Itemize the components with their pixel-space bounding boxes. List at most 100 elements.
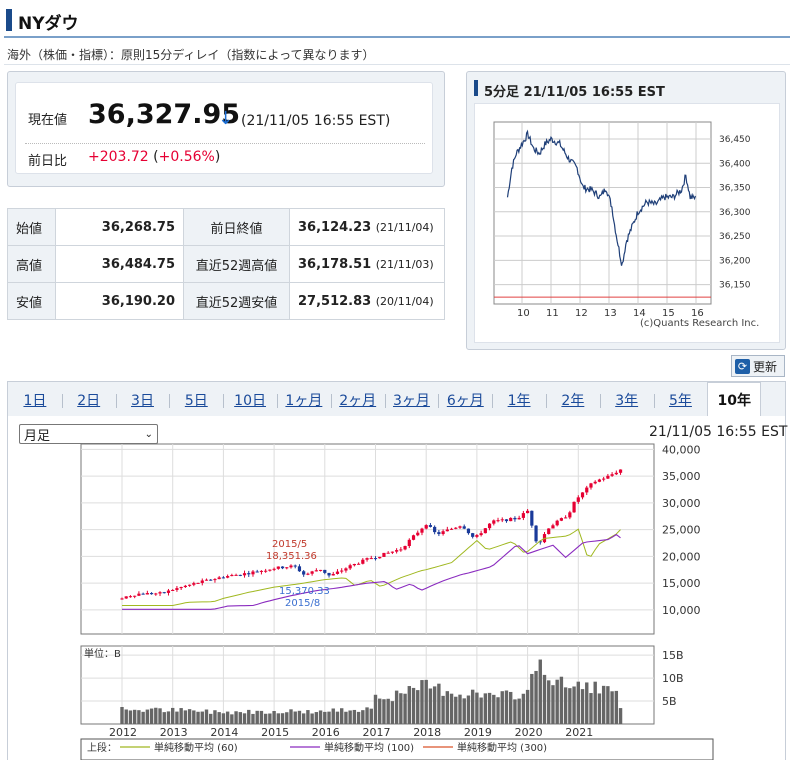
volume-bar: [192, 710, 196, 724]
candle: [547, 528, 551, 535]
volume-bar: [204, 709, 209, 724]
volume-bar: [289, 709, 293, 724]
legend-label: 単純移動平均 (300): [457, 741, 547, 754]
candle: [285, 567, 289, 569]
candle: [361, 559, 365, 564]
volume-bar: [394, 690, 399, 724]
volume-bar: [132, 709, 137, 724]
volume-y-tick: 15B: [662, 649, 684, 662]
volume-bar: [331, 708, 335, 724]
candle: [137, 593, 141, 596]
x-tick: 2019: [464, 726, 492, 739]
candle: [196, 582, 200, 584]
volume-bar: [424, 679, 428, 724]
volume-bar: [601, 685, 606, 724]
volume-bar: [166, 711, 171, 724]
candle: [483, 528, 487, 534]
candle: [133, 595, 137, 597]
candle: [323, 569, 327, 573]
candle: [458, 526, 462, 528]
candle: [614, 472, 618, 475]
candle: [192, 583, 196, 585]
volume-bar: [162, 712, 166, 724]
volume-bar: [403, 693, 407, 724]
candle: [162, 592, 166, 594]
volume-bar: [225, 711, 230, 724]
candle: [318, 569, 323, 571]
annotation-low-date: 2015/8: [285, 598, 320, 609]
volume-bar: [352, 709, 357, 724]
volume-bar: [580, 689, 585, 724]
volume-bar: [306, 710, 310, 724]
volume-bar: [217, 712, 221, 724]
x-tick: 2020: [515, 726, 543, 739]
candle: [403, 546, 407, 550]
volume-bar: [175, 711, 179, 724]
volume-bar: [589, 693, 593, 724]
volume-bar: [323, 711, 327, 724]
legend-label: 単純移動平均 (60): [154, 741, 238, 754]
candle: [386, 552, 390, 554]
candle: [344, 568, 348, 571]
candle: [154, 593, 158, 595]
volume-bar: [137, 710, 141, 724]
candle: [200, 580, 204, 583]
candle: [204, 579, 209, 581]
volume-bar: [268, 713, 272, 724]
candle: [479, 533, 483, 536]
candle: [382, 552, 386, 557]
candle: [390, 551, 394, 553]
candle: [441, 531, 445, 535]
candle: [352, 564, 356, 566]
volume-bar: [361, 710, 365, 724]
candle: [183, 585, 187, 588]
candle: [268, 569, 272, 571]
candle: [289, 565, 293, 568]
candle: [259, 570, 264, 572]
price-y-tick: 10,000: [662, 604, 701, 617]
candle: [445, 529, 449, 532]
candle: [576, 497, 580, 502]
volume-bar: [513, 699, 517, 724]
volume-bar: [154, 707, 158, 724]
chart-frame: [80, 443, 655, 725]
candle: [213, 579, 217, 581]
candle: [310, 571, 314, 574]
volume-bar: [200, 711, 204, 724]
x-tick: 2012: [109, 726, 137, 739]
volume-bar: [437, 683, 441, 724]
candle: [399, 549, 403, 551]
volume-bar: [547, 680, 551, 724]
volume-bar: [606, 686, 610, 724]
volume-bar: [310, 713, 314, 724]
volume-bar: [492, 694, 496, 724]
candle: [327, 572, 331, 576]
volume-bar: [416, 690, 420, 724]
candle: [314, 570, 318, 572]
candle: [145, 593, 149, 595]
volume-bar: [517, 698, 521, 724]
volume-bar: [158, 708, 162, 724]
volume-bar: [420, 680, 424, 724]
candle: [424, 525, 428, 529]
volume-bar: [534, 670, 538, 724]
candle: [411, 535, 416, 540]
candle: [124, 596, 128, 599]
candle: [530, 510, 534, 526]
volume-bar: [327, 711, 331, 724]
x-tick: 2021: [565, 726, 593, 739]
x-tick: 2013: [160, 726, 188, 739]
candle: [238, 574, 242, 576]
candle: [568, 512, 572, 518]
volume-bar: [487, 692, 492, 724]
volume-bar: [141, 711, 145, 724]
volume-bar: [572, 686, 576, 724]
candle: [128, 596, 133, 598]
volume-bar: [373, 694, 378, 724]
volume-bar: [213, 710, 217, 724]
candle: [242, 573, 247, 576]
volume-bar: [272, 711, 276, 724]
volume-bar: [382, 699, 386, 724]
volume-bar: [247, 709, 251, 724]
volume-bar: [500, 691, 504, 724]
